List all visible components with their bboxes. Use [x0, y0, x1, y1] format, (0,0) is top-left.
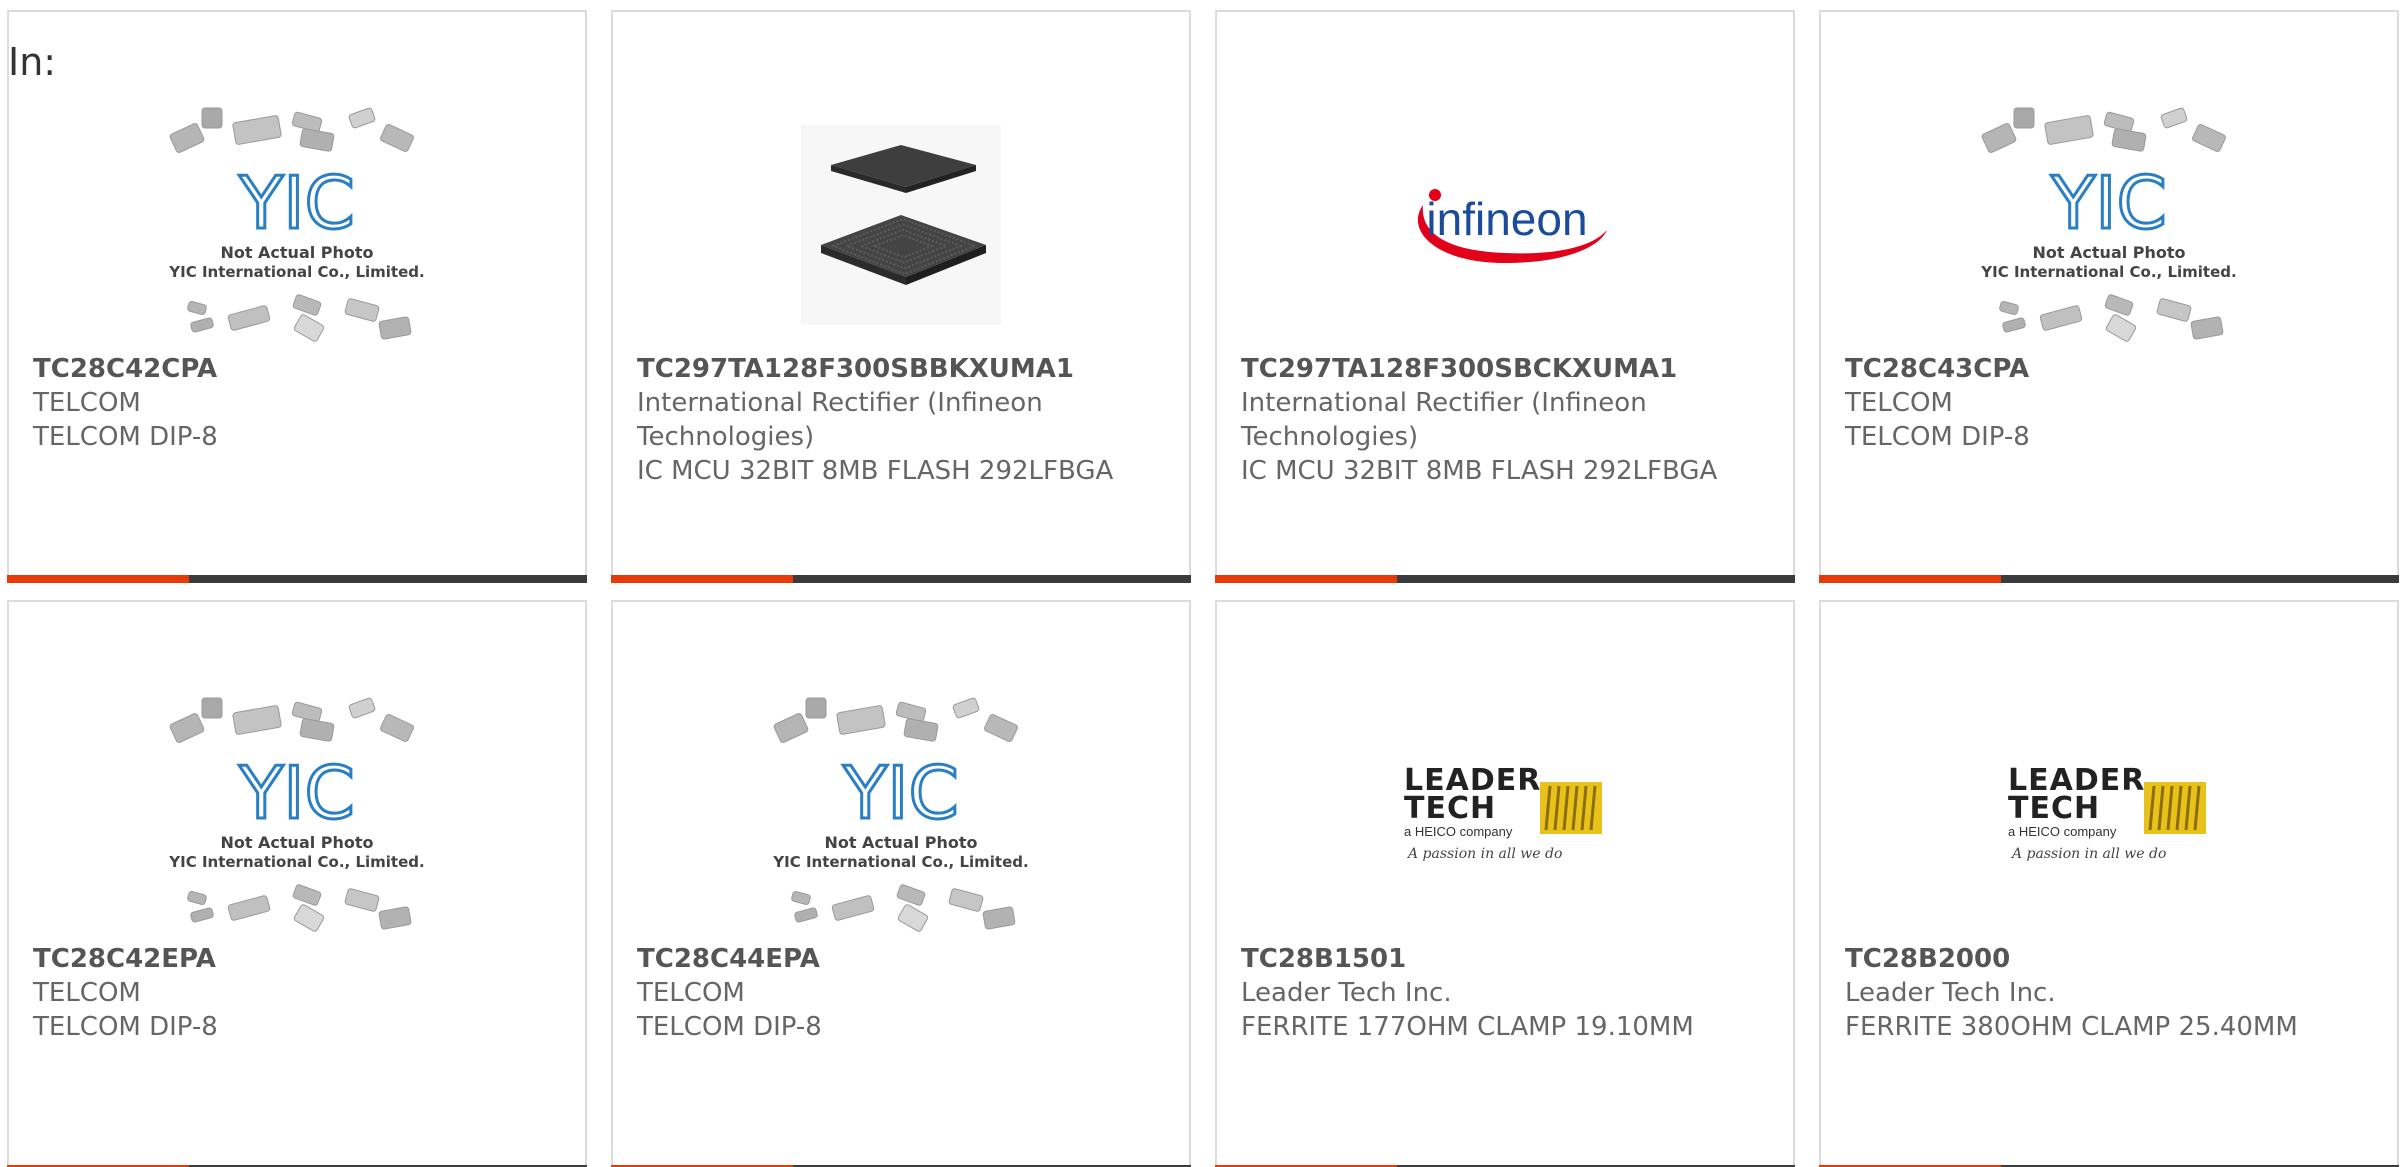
product-description: IC MCU 32BIT 8MB FLASH 292LFBGA: [1241, 456, 1718, 486]
product-thumbnail[interactable]: LEADER TECH a HEICO company A passion in al…: [1821, 680, 2397, 950]
product-description: TELCOM DIP-8: [637, 1012, 822, 1042]
product-part-number-link[interactable]: TC297TA128F300SBBKXUMA1: [637, 352, 1165, 386]
product-manufacturer: International Rectifier (Infineon Techno…: [637, 388, 1043, 452]
yic-placeholder-image: YICNot Actual PhotoYIC International Co.…: [168, 697, 425, 932]
not-actual-photo-text: Not Actual Photo: [824, 833, 977, 852]
card-bar-accent: [1215, 575, 1397, 583]
leader-tech-tagline: A passion in all we do: [1406, 846, 1562, 862]
card-bar-accent: [7, 575, 189, 583]
product-info: TC28C43CPA TELCOM TELCOM DIP-8: [1845, 352, 2373, 454]
product-thumbnail[interactable]: YIC Not Actual Photo YIC International Co.…: [613, 680, 1189, 950]
card-bottom-bar: [7, 575, 587, 583]
product-card[interactable]: LEADER TECH a HEICO company A passion in al…: [1819, 600, 2399, 1167]
product-description: IC MCU 32BIT 8MB FLASH 292LFBGA: [637, 456, 1114, 486]
leader-tech-logo: LEADERTECHa HEICO companyA passion in al…: [2008, 763, 2206, 862]
product-manufacturer: TELCOM: [33, 978, 141, 1008]
infineon-logo-text: infineon: [1426, 193, 1587, 245]
yic-brand-text: YIC: [842, 751, 959, 835]
leader-tech-heico: a HEICO company: [1404, 824, 1513, 839]
leader-tech-logo: LEADERTECHa HEICO companyA passion in al…: [1404, 763, 1602, 862]
product-card[interactable]: TC297TA128F300SBBKXUMA1 International Rec…: [611, 10, 1191, 583]
yic-company-text: YIC International Co., Limited.: [1980, 263, 2236, 281]
product-card[interactable]: infineon TC297TA128F300SBCKXUMA1 Internati…: [1215, 10, 1795, 583]
product-manufacturer: TELCOM: [637, 978, 745, 1008]
product-part-number-link[interactable]: TC297TA128F300SBCKXUMA1: [1241, 352, 1769, 386]
product-part-number-link[interactable]: TC28B1501: [1241, 942, 1769, 976]
yic-brand-text: YIC: [238, 161, 355, 245]
yic-placeholder-image: YICNot Actual PhotoYIC International Co.…: [772, 697, 1029, 932]
yic-placeholder-image: YICNot Actual PhotoYIC International Co.…: [1980, 107, 2237, 342]
product-description: TELCOM DIP-8: [1845, 422, 2030, 452]
card-bar-rest: [1397, 575, 1795, 583]
product-info: TC28B1501 Leader Tech Inc. FERRITE 177OHM …: [1241, 942, 1769, 1044]
product-description: TELCOM DIP-8: [33, 422, 218, 452]
product-results-page: In: YIC Not Actual Photo YIC International…: [0, 0, 2400, 1167]
product-part-number-link[interactable]: TC28C42EPA: [33, 942, 561, 976]
product-info: TC297TA128F300SBCKXUMA1 International Rec…: [1241, 352, 1769, 488]
product-manufacturer: International Rectifier (Infineon Techno…: [1241, 388, 1647, 452]
filter-in-label: In:: [8, 40, 57, 84]
not-actual-photo-text: Not Actual Photo: [220, 833, 373, 852]
card-bar-rest: [189, 575, 587, 583]
product-manufacturer: Leader Tech Inc.: [1241, 978, 1452, 1008]
card-bottom-bar: [1819, 575, 2399, 583]
product-info: TC28B2000 Leader Tech Inc. FERRITE 380OHM …: [1845, 942, 2373, 1044]
yic-company-text: YIC International Co., Limited.: [772, 853, 1028, 871]
card-bar-rest: [793, 575, 1191, 583]
product-part-number-link[interactable]: TC28C42CPA: [33, 352, 561, 386]
product-card[interactable]: LEADER TECH a HEICO company A passion in al…: [1215, 600, 1795, 1167]
card-bar-accent: [611, 575, 793, 583]
product-thumbnail[interactable]: [613, 90, 1189, 360]
product-description: FERRITE 380OHM CLAMP 25.40MM: [1845, 1012, 2298, 1042]
card-bottom-bar: [1215, 575, 1795, 583]
product-info: TC28C44EPA TELCOM TELCOM DIP-8: [637, 942, 1165, 1044]
card-bottom-bar: [611, 575, 1191, 583]
product-info: TC28C42CPA TELCOM TELCOM DIP-8: [33, 352, 561, 454]
product-description: FERRITE 177OHM CLAMP 19.10MM: [1241, 1012, 1694, 1042]
yic-brand-text: YIC: [238, 751, 355, 835]
yic-company-text: YIC International Co., Limited.: [168, 263, 424, 281]
product-part-number-link[interactable]: TC28C43CPA: [1845, 352, 2373, 386]
product-manufacturer: TELCOM: [33, 388, 141, 418]
leader-tech-tagline: A passion in all we do: [2010, 846, 2166, 862]
leader-tech-line2: TECH: [1404, 791, 1496, 826]
product-thumbnail[interactable]: YIC Not Actual Photo YIC International Co.…: [1821, 90, 2397, 360]
yic-brand-text: YIC: [2050, 161, 2167, 245]
yic-company-text: YIC International Co., Limited.: [168, 853, 424, 871]
product-card[interactable]: YIC Not Actual Photo YIC International Co.…: [1819, 10, 2399, 583]
product-info: TC297TA128F300SBBKXUMA1 International Rec…: [637, 352, 1165, 488]
product-part-number-link[interactable]: TC28B2000: [1845, 942, 2373, 976]
product-description: TELCOM DIP-8: [33, 1012, 218, 1042]
yic-placeholder-image: YICNot Actual PhotoYIC International Co.…: [168, 107, 425, 342]
product-manufacturer: Leader Tech Inc.: [1845, 978, 2056, 1008]
card-bar-rest: [2001, 575, 2399, 583]
product-info: TC28C42EPA TELCOM TELCOM DIP-8: [33, 942, 561, 1044]
product-manufacturer: TELCOM: [1845, 388, 1953, 418]
product-grid: YIC Not Actual Photo YIC International Co.…: [7, 10, 2399, 1167]
not-actual-photo-text: Not Actual Photo: [220, 243, 373, 262]
product-thumbnail[interactable]: YIC Not Actual Photo YIC International Co.…: [9, 680, 585, 950]
bga-chip-image: [801, 125, 1001, 325]
product-part-number-link[interactable]: TC28C44EPA: [637, 942, 1165, 976]
product-thumbnail[interactable]: infineon: [1217, 90, 1793, 360]
not-actual-photo-text: Not Actual Photo: [2032, 243, 2185, 262]
product-card[interactable]: YIC Not Actual Photo YIC International Co.…: [7, 600, 587, 1167]
infineon-logo: infineon: [1417, 189, 1607, 263]
leader-tech-line2: TECH: [2008, 791, 2100, 826]
product-thumbnail[interactable]: YIC Not Actual Photo YIC International Co.…: [9, 90, 585, 360]
product-card[interactable]: YIC Not Actual Photo YIC International Co.…: [611, 600, 1191, 1167]
card-bar-accent: [1819, 575, 2001, 583]
leader-tech-heico: a HEICO company: [2008, 824, 2117, 839]
product-thumbnail[interactable]: LEADER TECH a HEICO company A passion in al…: [1217, 680, 1793, 950]
product-card[interactable]: YIC Not Actual Photo YIC International Co.…: [7, 10, 587, 583]
